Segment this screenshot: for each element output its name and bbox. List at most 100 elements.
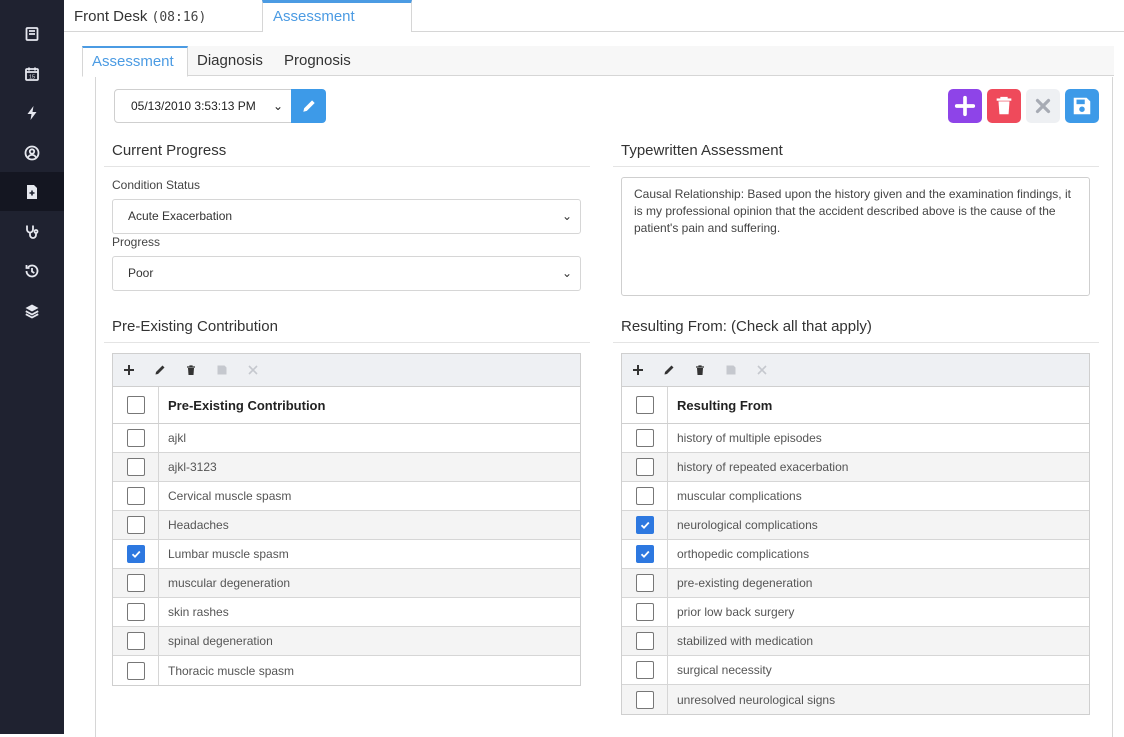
- row-label: stabilized with medication: [677, 627, 813, 655]
- grid-delete-button[interactable]: [183, 362, 199, 378]
- grid-delete-button[interactable]: [692, 362, 708, 378]
- nav-layers-button[interactable]: [0, 291, 64, 330]
- subtab-diagnosis[interactable]: Diagnosis: [188, 46, 272, 76]
- select-all-checkbox[interactable]: [127, 396, 145, 414]
- sub-tab-bar: Assessment Diagnosis Prognosis: [82, 46, 1114, 76]
- trash-icon: [993, 95, 1015, 117]
- progress-value: Poor: [128, 266, 153, 280]
- condition-status-value: Acute Exacerbation: [128, 209, 232, 223]
- grid-cancel-button[interactable]: [754, 362, 770, 378]
- row-checkbox[interactable]: [636, 487, 654, 505]
- nav-assessment-button[interactable]: [0, 172, 64, 211]
- save-icon: [1071, 95, 1093, 117]
- checkbox-cell: [113, 598, 159, 626]
- grid-edit-button[interactable]: [661, 362, 677, 378]
- save-icon: [216, 364, 228, 376]
- condition-status-select[interactable]: Acute Exacerbation ⌄: [112, 199, 581, 234]
- checkbox-cell: [113, 569, 159, 597]
- row-checkbox[interactable]: [636, 661, 654, 679]
- row-label: neurological complications: [677, 511, 818, 539]
- select-all-checkbox[interactable]: [636, 396, 654, 414]
- row-checkbox[interactable]: [636, 691, 654, 709]
- row-checkbox[interactable]: [636, 603, 654, 621]
- grid-cancel-button[interactable]: [245, 362, 261, 378]
- nav-calendar-button[interactable]: 15: [0, 54, 64, 93]
- table-row: spinal degeneration: [113, 627, 580, 656]
- checkmark-icon: [639, 548, 651, 560]
- nav-clinical-button[interactable]: [0, 212, 64, 251]
- save-button[interactable]: [1065, 89, 1099, 123]
- row-checkbox[interactable]: [127, 632, 145, 650]
- table-row: neurological complications: [622, 511, 1089, 540]
- table-row: Thoracic muscle spasm: [113, 656, 580, 685]
- row-checkbox[interactable]: [636, 545, 654, 563]
- row-label: history of repeated exacerbation: [677, 453, 848, 481]
- table-row: unresolved neurological signs: [622, 685, 1089, 714]
- nav-book-button[interactable]: [0, 14, 64, 53]
- table-row: pre-existing degeneration: [622, 569, 1089, 598]
- table-row: Cervical muscle spasm: [113, 482, 580, 511]
- resulting-from-grid: Resulting From history of multiple episo…: [621, 353, 1090, 715]
- stethoscope-icon: [24, 224, 40, 240]
- delete-button[interactable]: [987, 89, 1021, 123]
- visit-date-value: 05/13/2010 3:53:13 PM: [131, 99, 256, 113]
- grid-save-button[interactable]: [214, 362, 230, 378]
- cancel-button[interactable]: [1026, 89, 1060, 123]
- current-progress-title: Current Progress: [104, 135, 590, 167]
- nav-history-button[interactable]: [0, 251, 64, 290]
- pre-existing-grid: Pre-Existing Contribution ajklajkl-3123C…: [112, 353, 581, 686]
- row-label: Lumbar muscle spasm: [168, 540, 289, 568]
- row-checkbox[interactable]: [127, 574, 145, 592]
- grid-add-button[interactable]: [630, 362, 646, 378]
- subtab-diagnosis-label: Diagnosis: [197, 52, 263, 69]
- table-row: Headaches: [113, 511, 580, 540]
- row-label: skin rashes: [168, 598, 229, 626]
- edit-date-button[interactable]: [291, 89, 326, 123]
- row-checkbox[interactable]: [127, 458, 145, 476]
- plus-icon: [123, 364, 135, 376]
- row-label: muscular degeneration: [168, 569, 290, 597]
- row-checkbox[interactable]: [636, 516, 654, 534]
- column-header: Resulting From: [677, 387, 772, 423]
- row-label: Headaches: [168, 511, 229, 539]
- visit-date-select[interactable]: 05/13/2010 3:53:13 PM ⌄: [114, 89, 292, 123]
- row-checkbox[interactable]: [636, 429, 654, 447]
- calendar-icon: 15: [24, 66, 40, 82]
- row-checkbox[interactable]: [636, 458, 654, 476]
- tab-assessment[interactable]: Assessment: [262, 0, 412, 33]
- subtab-prognosis[interactable]: Prognosis: [275, 46, 360, 76]
- grid-save-button[interactable]: [723, 362, 739, 378]
- row-label: ajkl: [168, 424, 186, 452]
- row-label: muscular complications: [677, 482, 802, 510]
- grid-edit-button[interactable]: [152, 362, 168, 378]
- row-checkbox[interactable]: [636, 632, 654, 650]
- table-row: muscular complications: [622, 482, 1089, 511]
- checkbox-cell: [622, 424, 668, 452]
- trash-icon: [694, 364, 706, 376]
- progress-select[interactable]: Poor ⌄: [112, 256, 581, 291]
- add-button[interactable]: [948, 89, 982, 123]
- checkbox-cell: [622, 482, 668, 510]
- grid-add-button[interactable]: [121, 362, 137, 378]
- resulting-from-title: Resulting From: (Check all that apply): [613, 311, 1099, 343]
- row-checkbox[interactable]: [127, 429, 145, 447]
- svg-text:15: 15: [29, 74, 35, 80]
- row-checkbox[interactable]: [127, 662, 145, 680]
- checkbox-cell: [113, 540, 159, 568]
- row-checkbox[interactable]: [127, 545, 145, 563]
- row-checkbox[interactable]: [127, 487, 145, 505]
- row-checkbox[interactable]: [636, 574, 654, 592]
- close-icon: [1032, 95, 1054, 117]
- row-checkbox[interactable]: [127, 603, 145, 621]
- row-label: ajkl-3123: [168, 453, 217, 481]
- book-icon: [24, 26, 40, 42]
- save-icon: [725, 364, 737, 376]
- typewritten-assessment-textarea[interactable]: Causal Relationship: Based upon the hist…: [621, 177, 1090, 296]
- nav-patient-button[interactable]: [0, 133, 64, 172]
- subtab-assessment[interactable]: Assessment: [82, 46, 188, 77]
- column-header: Pre-Existing Contribution: [168, 387, 325, 423]
- nav-lightning-button[interactable]: [0, 93, 64, 132]
- tab-front-desk[interactable]: Front Desk (08:16): [64, 0, 216, 32]
- chevron-down-icon: ⌄: [273, 90, 283, 122]
- row-checkbox[interactable]: [127, 516, 145, 534]
